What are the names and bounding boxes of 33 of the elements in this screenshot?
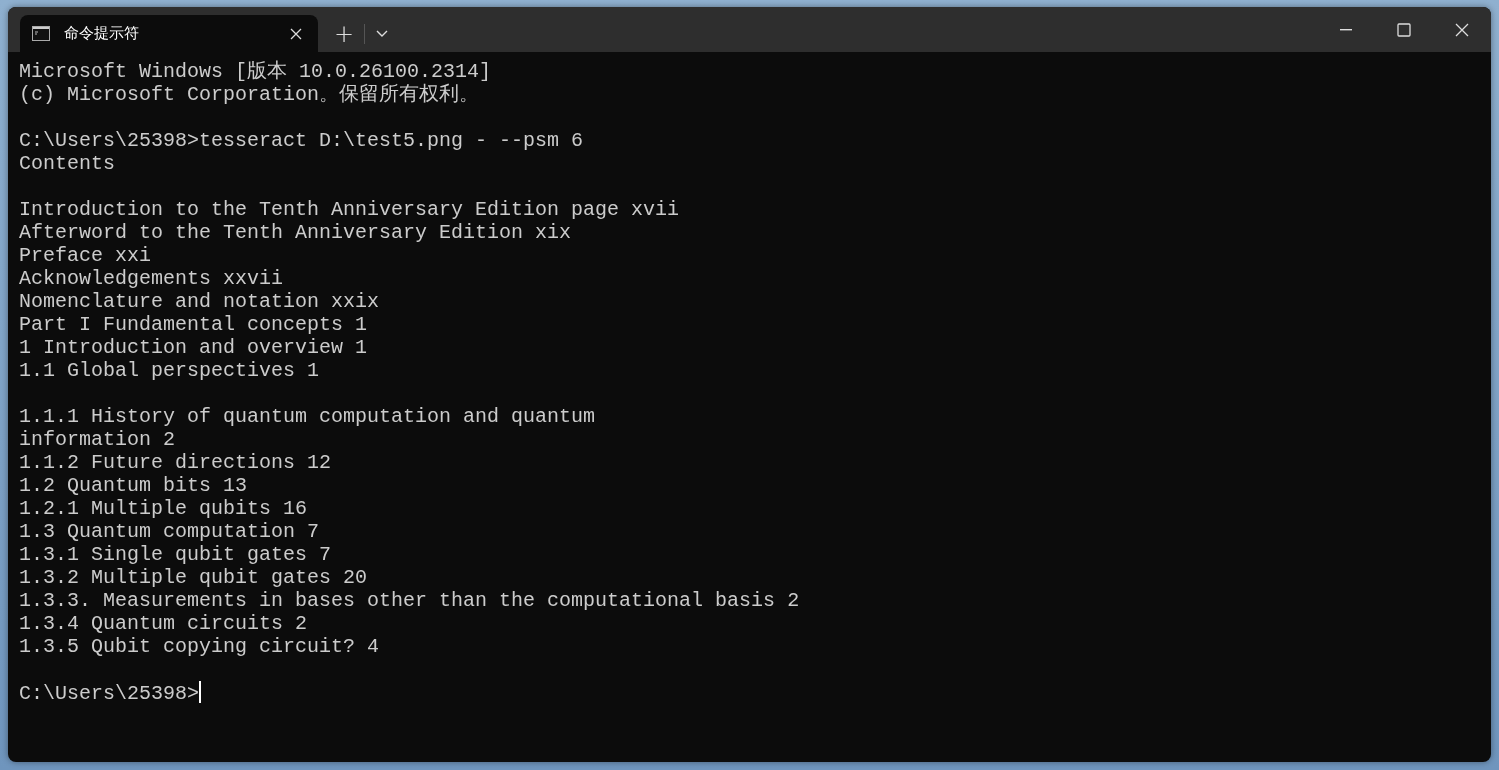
- chevron-down-icon: [376, 29, 388, 38]
- maximize-icon: [1397, 22, 1411, 37]
- terminal-line: 1 Introduction and overview 1: [19, 336, 368, 359]
- terminal-line: (c) Microsoft Corporation。保留所有权利。: [19, 83, 480, 106]
- terminal-line: information 2: [19, 428, 176, 451]
- terminal-line: 1.3.1 Single qubit gates 7: [19, 543, 332, 566]
- terminal-line: C:\Users\25398>tesseract D:\test5.png - --psm 6: [19, 129, 584, 152]
- terminal-line: 1.3.2 Multiple qubit gates 20: [19, 566, 368, 589]
- terminal-line: Acknowledgements xxvii: [19, 267, 284, 290]
- minimize-icon: [1340, 28, 1352, 31]
- terminal-line: Introduction to the Tenth Anniversary Edition page xvii: [19, 198, 680, 221]
- terminal-line: Contents: [19, 152, 115, 175]
- new-tab-button[interactable]: +: [324, 15, 364, 52]
- terminal-line: 1.1.1 History of quantum computation and quantum: [19, 405, 596, 428]
- terminal-line: Nomenclature and notation xxix: [19, 290, 380, 313]
- terminal-tab[interactable]: 命令提示符: [20, 15, 318, 52]
- terminal-line: Preface xxi: [19, 244, 152, 267]
- terminal-line: 1.1 Global perspectives 1: [19, 359, 320, 382]
- terminal-line: 1.3 Quantum computation 7: [19, 520, 320, 543]
- terminal-line: Part I Fundamental concepts 1: [19, 313, 368, 336]
- terminal-icon: [32, 26, 50, 41]
- tab-title: 命令提示符: [64, 23, 140, 45]
- close-icon: [290, 27, 302, 40]
- terminal-line: Afterword to the Tenth Anniversary Edition xix: [19, 221, 572, 244]
- command-prompt: C:\Users\25398>: [19, 682, 200, 705]
- terminal-line: 1.2 Quantum bits 13: [19, 474, 248, 497]
- terminal-line: 1.2.1 Multiple qubits 16: [19, 497, 308, 520]
- terminal-line: Microsoft Windows [版本 10.0.26100.2314]: [19, 60, 492, 83]
- terminal-line: 1.1.2 Future directions 12: [19, 451, 332, 474]
- terminal-line: 1.3.3. Measurements in bases other than the computational basis 2: [19, 589, 800, 612]
- terminal-line: 1.3.5 Qubit copying circuit? 4: [19, 635, 380, 658]
- close-icon: [1455, 22, 1469, 37]
- terminal-line: 1.3.4 Quantum circuits 2: [19, 612, 308, 635]
